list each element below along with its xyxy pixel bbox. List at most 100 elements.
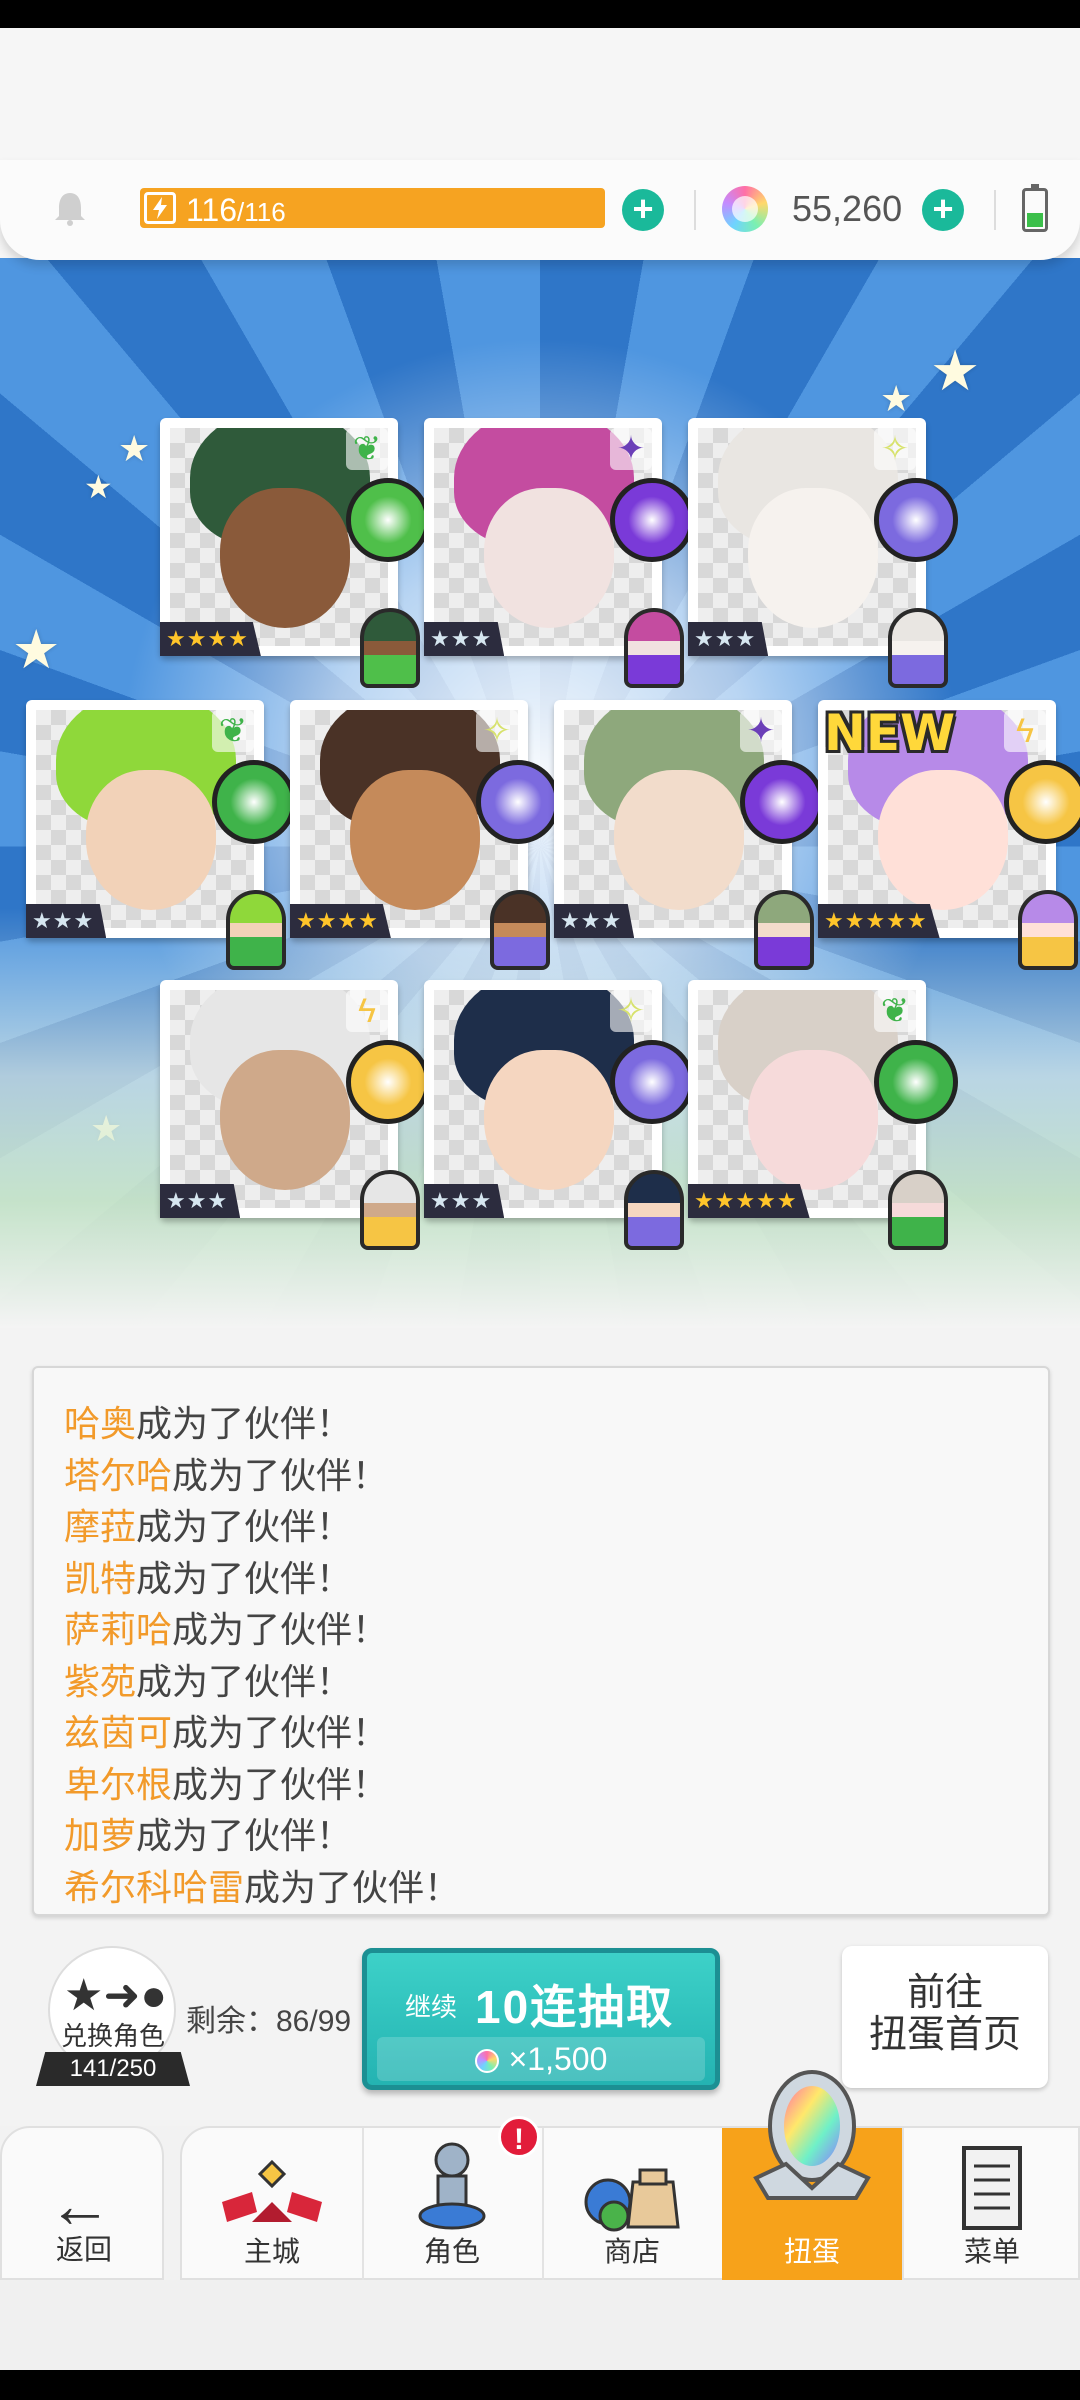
class-crest-icon <box>610 478 694 562</box>
light-element-icon: ✧ <box>610 990 652 1032</box>
nav-tabs: 主城 角色 商店 扭蛋 菜单 <box>180 2070 1080 2280</box>
pixel-sprite-icon <box>888 608 948 688</box>
character-name: 哈奥 <box>64 1403 137 1444</box>
draw-cost: ×1,500 <box>377 2037 705 2081</box>
bell-icon[interactable] <box>50 188 90 228</box>
recruit-message: 卑尔根成为了伙伴！ <box>34 1759 1048 1811</box>
character-card[interactable]: ✧ ★★★ <box>424 980 694 1250</box>
recruit-message: 塔尔哈成为了伙伴！ <box>34 1450 1048 1502</box>
sparkle-star-icon: ★ <box>12 620 61 680</box>
class-crest-icon <box>874 478 958 562</box>
divider <box>994 190 996 230</box>
energy-value: 116/116 <box>186 192 286 228</box>
class-crest-icon <box>874 1040 958 1124</box>
character-name: 紫苑 <box>64 1660 137 1702</box>
character-card[interactable]: ϟ NEW ★★★★★ <box>818 700 1080 970</box>
bottom-nav: ← 返回 主城 角色 商店 扭蛋 菜单 ! <box>0 2070 1080 2280</box>
thunder-element-icon: ϟ <box>1004 710 1046 752</box>
recruit-message: 摩菈成为了伙伴！ <box>34 1501 1048 1553</box>
rarity-stars: ★★★ <box>688 622 769 656</box>
message-text: 成为了伙伴！ <box>136 1403 353 1444</box>
castle-icon <box>222 2159 322 2222</box>
pixel-sprite-icon <box>490 890 550 970</box>
nav-label: 角色 <box>423 2236 480 2267</box>
sparkle-star-icon: ★ <box>118 428 151 469</box>
goto-gacha-home-button[interactable]: 前往 扭蛋首页 <box>842 1946 1048 2088</box>
sparkle-star-icon: ★ <box>84 469 113 505</box>
menu-list-icon <box>962 2146 1022 2230</box>
pixel-sprite-icon <box>624 608 684 688</box>
character-name: 卑尔根 <box>64 1763 173 1805</box>
gem-icon <box>722 186 768 232</box>
character-card[interactable]: ϟ ★★★ <box>160 980 430 1250</box>
character-card[interactable]: ✧ ★★★ <box>688 418 958 688</box>
draw-10-button[interactable]: 继续 10连抽取 ×1,500 <box>362 1948 720 2090</box>
rarity-stars: ★★★★ <box>160 622 261 656</box>
character-name: 塔尔哈 <box>64 1454 173 1496</box>
status-bar-top <box>0 0 1080 28</box>
character-card[interactable]: ✦ ★★★ <box>424 418 694 688</box>
draw-continue-label: 继续 <box>405 1992 458 2022</box>
shop-bag-icon <box>584 2168 680 2232</box>
currency-bar: 116/116 + 55,260 + <box>0 160 1080 260</box>
rarity-stars: ★★★ <box>424 1184 505 1218</box>
sparkle-star-icon: ★ <box>880 378 913 419</box>
message-text: 成为了伙伴！ <box>136 1660 353 1702</box>
recruit-message: 希尔科哈雷成为了伙伴！ <box>34 1862 1048 1914</box>
message-text: 成为了伙伴！ <box>136 1506 353 1547</box>
back-button[interactable]: ← 返回 <box>0 2126 164 2280</box>
nav-menu[interactable]: 菜单 <box>902 2128 1080 2280</box>
class-crest-icon <box>610 1040 694 1124</box>
light-element-icon: ✧ <box>874 428 916 470</box>
action-area: ★➜● 兑换角色 141/250 剩余：86/99 继续 10连抽取 ×1,50… <box>0 1916 1080 2126</box>
battery-icon <box>1022 184 1048 232</box>
nav-label: 菜单 <box>963 2236 1020 2267</box>
rarity-stars: ★★★★ <box>290 904 391 938</box>
pixel-sprite-icon <box>624 1170 684 1250</box>
light-element-icon: ✧ <box>476 710 518 752</box>
rarity-stars: ★★★★★ <box>818 904 940 938</box>
class-crest-icon <box>740 760 824 844</box>
rarity-stars: ★★★ <box>554 904 635 938</box>
recruit-message: 紫苑成为了伙伴！ <box>34 1656 1048 1708</box>
character-card[interactable]: ❦ ★★★ <box>26 700 296 970</box>
exchange-count: 141/250 <box>36 2052 190 2086</box>
nav-label: 扭蛋 <box>783 2236 840 2267</box>
new-badge: NEW <box>824 704 956 762</box>
character-statue-icon <box>418 2142 486 2230</box>
character-name: 希尔科哈雷 <box>64 1866 245 1908</box>
character-card[interactable]: ✧ ★★★★ <box>290 700 560 970</box>
bottom-strip <box>0 2280 1080 2370</box>
leaf-element-icon: ❦ <box>874 990 916 1032</box>
character-name: 摩菈 <box>64 1506 137 1547</box>
nav-main-city[interactable]: 主城 <box>182 2128 362 2280</box>
gem-icon <box>474 2049 499 2073</box>
notification-badge: ! <box>498 2116 540 2158</box>
pixel-sprite-icon <box>1018 890 1078 970</box>
rarity-stars: ★★★ <box>160 1184 241 1218</box>
pixel-sprite-icon <box>226 890 286 970</box>
nav-label: 主城 <box>243 2236 300 2267</box>
divider <box>694 190 696 230</box>
nav-gacha[interactable]: 扭蛋 <box>722 2070 902 2280</box>
add-gems-button[interactable]: + <box>922 189 964 231</box>
nav-label: 商店 <box>603 2236 660 2267</box>
message-text: 成为了伙伴！ <box>172 1712 389 1753</box>
character-card[interactable]: ❦ ★★★★★ <box>688 980 958 1250</box>
character-card[interactable]: ❦ ★★★★ <box>160 418 430 688</box>
add-energy-button[interactable]: + <box>622 189 664 231</box>
character-name: 萨莉哈 <box>64 1609 173 1650</box>
sparkle-star-icon: ★ <box>930 339 981 402</box>
recruit-log[interactable]: 哈奥成为了伙伴！ 塔尔哈成为了伙伴！ 摩菈成为了伙伴！ 凯特成为了伙伴！ 萨莉哈成为了伙… <box>32 1366 1050 1916</box>
gacha-mirror-icon <box>753 2070 871 2200</box>
class-crest-icon <box>476 760 560 844</box>
character-card[interactable]: ✦ ★★★ <box>554 700 824 970</box>
recruit-message: 萨莉哈成为了伙伴！ <box>34 1604 1048 1656</box>
sparkle-star-icon: ★ <box>90 1108 123 1149</box>
rarity-stars: ★★★★★ <box>688 1184 810 1218</box>
pixel-sprite-icon <box>360 1170 420 1250</box>
nav-shop[interactable]: 商店 <box>542 2128 722 2280</box>
gem-count: 55,260 <box>792 188 903 229</box>
goto-line1: 前往 <box>906 1972 983 2014</box>
rarity-stars: ★★★ <box>424 622 505 656</box>
